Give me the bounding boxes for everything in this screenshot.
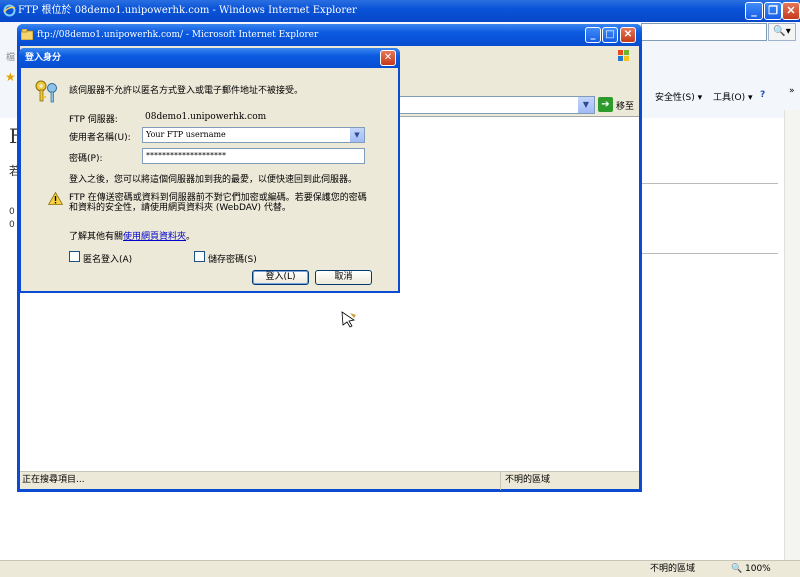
chevron-down-icon[interactable]: ▼ — [350, 128, 364, 142]
go-arrow-icon[interactable]: ➔ — [598, 97, 613, 112]
username-label: 使用者名稱(U): — [69, 133, 131, 143]
password-label: 密碼(P): — [69, 154, 103, 164]
server-value: 08demo1.unipowerhk.com — [145, 112, 267, 122]
go-button-label[interactable]: 移至 — [616, 99, 634, 112]
maximize-button[interactable]: ❐ — [764, 2, 782, 20]
password-field[interactable]: ******************** — [142, 148, 365, 164]
save-password-label[interactable]: 儲存密碼(S) — [208, 252, 257, 265]
status-zone: 不明的區域 — [650, 564, 696, 574]
close-button[interactable]: ✕ — [620, 27, 636, 43]
save-password-checkbox[interactable] — [194, 251, 205, 262]
dialog-title: 登入身分 — [25, 53, 62, 63]
anonymous-login-checkbox[interactable] — [69, 251, 80, 262]
ftp-folder-icon — [21, 29, 33, 40]
tools-menu[interactable]: 工具(O) ▾ — [713, 90, 753, 103]
safety-menu[interactable]: 安全性(S) ▾ — [655, 90, 702, 103]
login-button[interactable]: 登入(L) — [252, 270, 309, 285]
windows-flag-icon — [618, 50, 629, 61]
vertical-scrollbar[interactable] — [784, 110, 800, 560]
inner-window-title: ftp://08demo1.unipowerhk.com/ - Microsof… — [37, 30, 319, 40]
status-text: 正在搜尋項目... — [22, 475, 85, 485]
inner-window-titlebar: ftp://08demo1.unipowerhk.com/ - Microsof… — [17, 24, 642, 46]
divider — [636, 253, 778, 254]
keys-icon — [35, 80, 57, 103]
server-label: FTP 伺服器: — [69, 115, 118, 125]
search-go-button[interactable]: 🔍▾ — [768, 23, 796, 41]
warning-line-2: 和資料的安全性，請使用網頁資料夾 (WebDAV) 代替。 — [69, 203, 291, 213]
cancel-button[interactable]: 取消 — [315, 270, 372, 285]
search-box[interactable] — [641, 23, 767, 41]
inner-status-bar: 正在搜尋項目... 不明的區域 — [20, 471, 639, 490]
username-combobox[interactable]: Your FTP username ▼ — [142, 127, 365, 143]
minimize-button[interactable]: _ — [585, 27, 601, 43]
login-dialog: 登入身分 ✕ 該伺服器不允許以匿名方式登入或電子郵件地址不被接受。 FTP 伺服… — [19, 48, 400, 293]
outer-window-titlebar: FTP 根位於 08demo1.unipowerhk.com - Windows… — [0, 0, 800, 22]
help-icon[interactable]: ? — [760, 90, 765, 100]
anonymous-login-label[interactable]: 匿名登入(A) — [83, 252, 132, 265]
page-list-fragment: 0 0 — [9, 207, 15, 230]
username-value: Your FTP username — [146, 130, 226, 139]
favorites-note: 登入之後，您可以將這個伺服器加到我的最愛，以便快速回到此伺服器。 — [69, 175, 358, 185]
ie-logo-icon — [3, 4, 16, 17]
zoom-level[interactable]: 100% — [745, 561, 771, 577]
warning-icon — [48, 192, 63, 205]
password-value: ******************** — [146, 151, 226, 160]
maximize-button[interactable]: □ — [602, 27, 618, 43]
learn-more-text: 了解其他有關使用網頁資料夾。 — [69, 232, 196, 242]
divider — [636, 183, 778, 184]
dialog-titlebar: 登入身分 — [19, 48, 400, 68]
menu-file-fragment[interactable]: 檔 — [6, 50, 15, 63]
status-zone: 不明的區域 — [500, 472, 639, 490]
dialog-close-button[interactable]: ✕ — [380, 50, 396, 66]
pointer-cursor-icon — [341, 311, 356, 328]
close-button[interactable]: ✕ — [782, 2, 800, 20]
outer-window-title: FTP 根位於 08demo1.unipowerhk.com - Windows… — [18, 5, 357, 16]
webdav-help-link[interactable]: 使用網頁資料夾 — [123, 232, 186, 242]
dialog-message: 該伺服器不允許以匿名方式登入或電子郵件地址不被接受。 — [69, 86, 304, 96]
outer-status-bar: 不明的區域 🔍 100% — [0, 560, 800, 577]
zoom-icon[interactable]: 🔍 — [731, 561, 742, 577]
favorites-star-icon[interactable]: ★ — [5, 70, 16, 84]
toolbar-overflow[interactable]: » — [789, 86, 795, 96]
minimize-button[interactable]: _ — [745, 2, 763, 20]
chevron-down-icon[interactable]: ▼ — [578, 97, 594, 113]
